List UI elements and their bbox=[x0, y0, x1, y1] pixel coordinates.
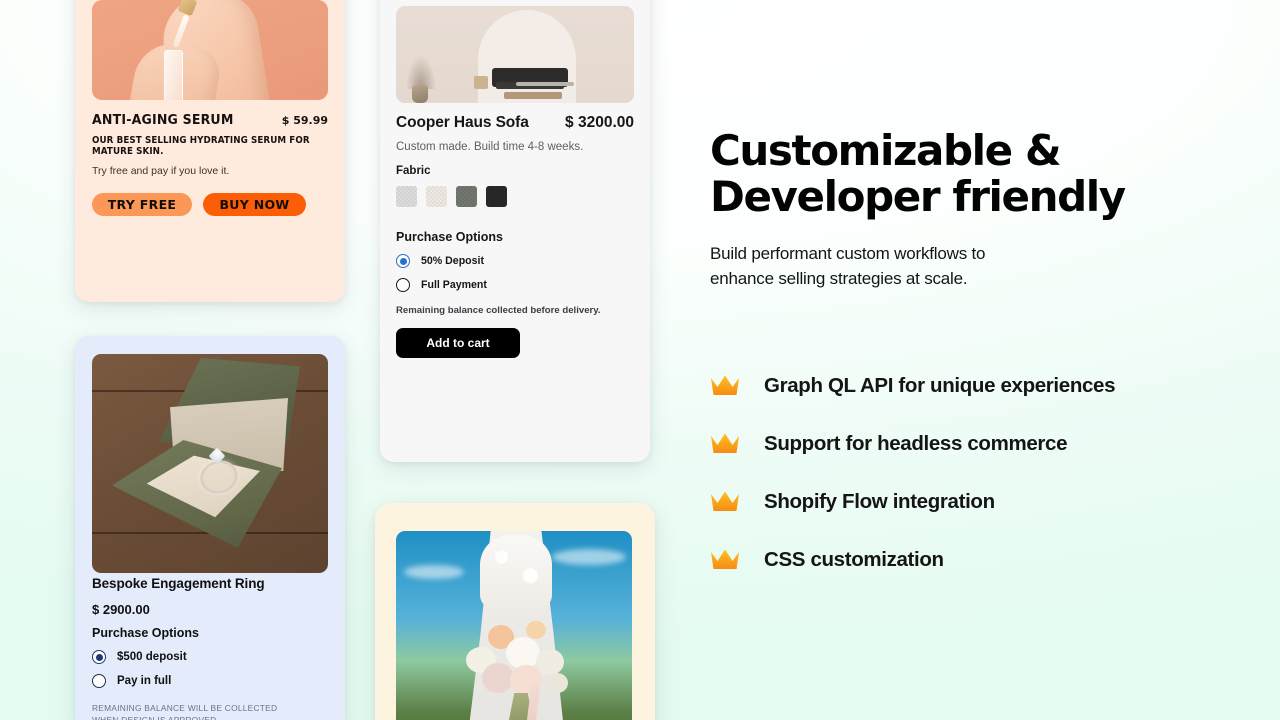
sofa-title-row: Cooper Haus Sofa $ 3200.00 bbox=[396, 114, 634, 132]
feature-list: Graph QL API for unique experiences Supp… bbox=[710, 357, 1230, 589]
marketing-panel: Customizable & Developer friendly Build … bbox=[710, 126, 1230, 589]
ring-price: $ 2900.00 bbox=[92, 602, 150, 617]
ring-option-deposit-label: $500 deposit bbox=[117, 651, 187, 663]
vase-shape bbox=[412, 85, 428, 103]
product-card-bride[interactable] bbox=[375, 503, 655, 720]
fabric-swatch-sage-grey[interactable] bbox=[456, 186, 477, 207]
flower-shape bbox=[536, 649, 564, 675]
fabric-swatch-light-grey[interactable] bbox=[396, 186, 417, 207]
subheadline-line-2: enhance selling strategies at scale. bbox=[710, 268, 968, 288]
subheadline: Build performant custom workflows to enh… bbox=[710, 242, 1230, 290]
radio-selected-icon[interactable] bbox=[92, 650, 106, 664]
sofa-product-image bbox=[396, 6, 634, 103]
crown-icon bbox=[710, 433, 740, 455]
bride-product-image bbox=[396, 531, 632, 720]
serum-title-row: ANTI-AGING SERUM $ 59.99 bbox=[92, 112, 328, 128]
sofa-subtitle: Custom made. Build time 4-8 weeks. bbox=[396, 141, 584, 153]
sofa-purchase-options-label: Purchase Options bbox=[396, 230, 503, 244]
serum-title: ANTI-AGING SERUM bbox=[92, 112, 234, 128]
headline-line-2: Developer friendly bbox=[710, 172, 1126, 222]
feature-label: Graph QL API for unique experiences bbox=[764, 373, 1116, 397]
ring-option-deposit[interactable]: $500 deposit bbox=[92, 650, 328, 664]
add-to-cart-button[interactable]: Add to cart bbox=[396, 328, 520, 358]
ring-fine-print: REMAINING BALANCE WILL BE COLLECTED WHEN… bbox=[92, 702, 328, 720]
crown-icon bbox=[710, 491, 740, 513]
sofa-price: $ 3200.00 bbox=[565, 114, 634, 131]
ring-title: Bespoke Engagement Ring bbox=[92, 576, 265, 591]
ring-purchase-options-label: Purchase Options bbox=[92, 626, 199, 640]
stool-shape bbox=[474, 76, 488, 89]
fabric-label: Fabric bbox=[396, 165, 431, 177]
serum-price: $ 59.99 bbox=[281, 114, 328, 127]
page-title: Customizable & Developer friendly bbox=[710, 126, 1230, 222]
flower-shape bbox=[546, 673, 568, 693]
crown-icon bbox=[710, 549, 740, 571]
pampas-shape bbox=[404, 51, 438, 89]
radio-selected-icon[interactable] bbox=[396, 254, 410, 268]
feature-label: Shopify Flow integration bbox=[764, 489, 995, 513]
sofa-fine-print: Remaining balance collected before deliv… bbox=[396, 305, 601, 316]
fabric-swatch-group bbox=[396, 186, 634, 207]
crown-icon bbox=[710, 375, 740, 397]
radio-unselected-icon[interactable] bbox=[396, 278, 410, 292]
serum-note: Try free and pay if you love it. bbox=[92, 165, 230, 177]
cloud-shape bbox=[552, 549, 626, 565]
serum-button-group: TRY FREE BUY NOW bbox=[92, 193, 328, 216]
sofa-title: Cooper Haus Sofa bbox=[396, 114, 529, 131]
ring-product-image bbox=[92, 354, 328, 573]
feature-label: Support for headless commerce bbox=[764, 431, 1068, 455]
product-card-sofa[interactable]: Cooper Haus Sofa $ 3200.00 Custom made. … bbox=[380, 0, 650, 462]
fabric-swatch-charcoal[interactable] bbox=[486, 186, 507, 207]
subheadline-line-1: Build performant custom workflows to bbox=[710, 244, 986, 264]
sofa-option-deposit-label: 50% Deposit bbox=[421, 255, 484, 267]
product-card-serum[interactable]: ANTI-AGING SERUM $ 59.99 OUR BEST SELLIN… bbox=[75, 0, 345, 302]
radio-unselected-icon[interactable] bbox=[92, 674, 106, 688]
serum-product-image bbox=[92, 0, 328, 100]
headline-line-1: Customizable & bbox=[710, 126, 1062, 175]
sofa-option-deposit[interactable]: 50% Deposit bbox=[396, 254, 634, 268]
product-card-ring[interactable]: Bespoke Engagement Ring $ 2900.00 Purcha… bbox=[75, 336, 345, 720]
rug-shape bbox=[504, 92, 562, 99]
flower-shape bbox=[526, 621, 546, 639]
feature-item-css: CSS customization bbox=[710, 531, 1230, 589]
try-free-button[interactable]: TRY FREE bbox=[92, 193, 192, 216]
feature-item-shopify-flow: Shopify Flow integration bbox=[710, 473, 1230, 531]
buy-now-button[interactable]: BUY NOW bbox=[203, 193, 306, 216]
feature-label: CSS customization bbox=[764, 547, 944, 571]
serum-subtitle: OUR BEST SELLING HYDRATING SERUM FOR MAT… bbox=[92, 135, 310, 157]
feature-item-graphql: Graph QL API for unique experiences bbox=[710, 357, 1230, 415]
cloud-shape bbox=[404, 565, 464, 579]
coffee-table-shape bbox=[516, 82, 574, 86]
ring-option-full[interactable]: Pay in full bbox=[92, 674, 328, 688]
serum-bottle-shape bbox=[164, 50, 183, 100]
ring-option-full-label: Pay in full bbox=[117, 675, 172, 687]
ring-fine-print-line2: WHEN DESIGN IS APPROVED. bbox=[92, 714, 328, 720]
sofa-option-full-label: Full Payment bbox=[421, 279, 487, 291]
sofa-option-full[interactable]: Full Payment bbox=[396, 278, 634, 292]
fabric-swatch-cream[interactable] bbox=[426, 186, 447, 207]
lace-bodice-shape bbox=[480, 535, 552, 609]
ring-fine-print-line1: REMAINING BALANCE WILL BE COLLECTED bbox=[92, 703, 278, 713]
feature-item-headless: Support for headless commerce bbox=[710, 415, 1230, 473]
